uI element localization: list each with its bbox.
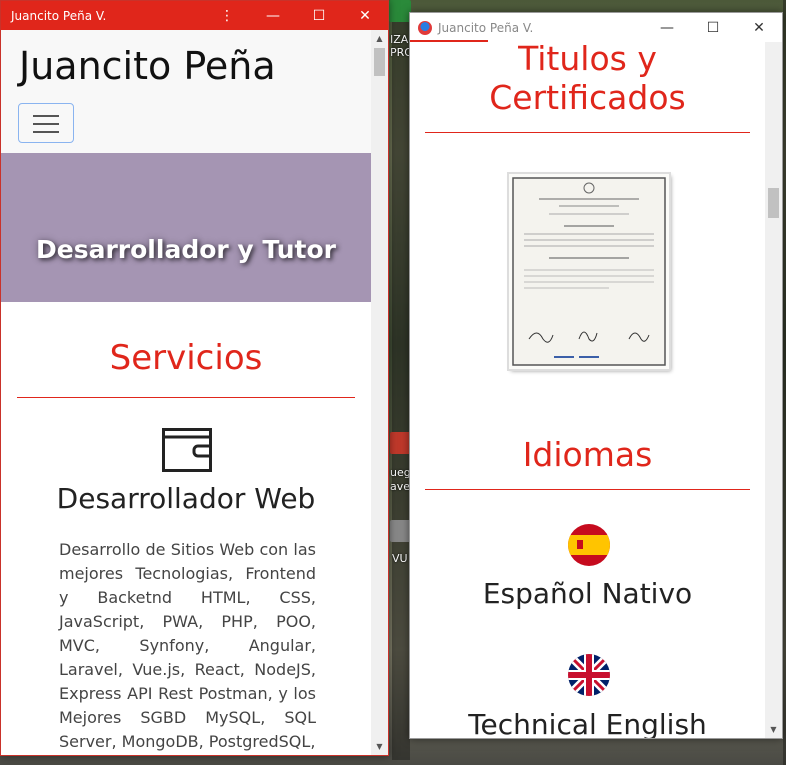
scroll-up-arrow-icon[interactable]: ▲ [371, 30, 388, 47]
browser-window-right[interactable]: Juancito Peña V. — ☐ ✕ Titulos y Certifi… [409, 12, 783, 739]
desktop-label-5: VU [392, 552, 408, 565]
wallet-icon [162, 428, 212, 472]
app-logo-icon [418, 20, 432, 35]
section-title-certificados-1: Titulos y [518, 42, 657, 78]
minimize-button[interactable]: — [644, 13, 690, 42]
close-button[interactable]: ✕ [342, 1, 388, 30]
excel-icon[interactable] [389, 0, 411, 22]
section-divider [425, 489, 750, 490]
maximize-button[interactable]: ☐ [296, 1, 342, 30]
uk-flag-icon [568, 654, 610, 696]
hamburger-line-icon [33, 123, 59, 125]
section-divider [17, 397, 355, 398]
close-button[interactable]: ✕ [736, 13, 782, 42]
language-english: Technical English [468, 708, 707, 738]
minimize-button[interactable]: — [250, 1, 296, 30]
window-title-right: Juancito Peña V. [438, 20, 534, 35]
section-title-certificados-2: Certificados [489, 78, 686, 117]
scroll-thumb[interactable] [374, 48, 385, 76]
service-description: Desarrollo de Sitios Web con las mejores… [59, 540, 316, 751]
page-content-left: Juancito Peña Desarrollador y Tutor Serv… [1, 30, 371, 755]
certificate-image[interactable] [509, 174, 669, 369]
site-brand[interactable]: Juancito Peña [19, 44, 276, 88]
desktop-label-1: IZA [390, 33, 409, 46]
desktop-buildings [392, 20, 410, 760]
site-header: Juancito Peña [1, 30, 371, 153]
menu-dots-icon[interactable]: ⋮ [204, 1, 250, 30]
hero-title: Desarrollador y Tutor [36, 235, 336, 264]
hamburger-line-icon [33, 115, 59, 117]
services-section: Servicios Desarrollador Web Desarrollo d… [1, 302, 371, 755]
scrollbar-left[interactable]: ▲ ▼ [371, 30, 388, 755]
spain-flag-icon [568, 524, 610, 566]
service-title: Desarrollador Web [56, 482, 316, 515]
title-bar-right[interactable]: Juancito Peña V. — ☐ ✕ [410, 13, 782, 43]
section-title-idiomas: Idiomas [522, 435, 653, 474]
hero-banner: Desarrollador y Tutor [1, 153, 371, 302]
scroll-thumb[interactable] [768, 188, 779, 218]
hamburger-line-icon [33, 131, 59, 133]
title-bar-left[interactable]: Juancito Peña V. ⋮ — ☐ ✕ [1, 1, 388, 30]
hamburger-menu-button[interactable] [18, 103, 74, 143]
language-spanish: Español Nativo [482, 577, 693, 610]
window-title-left: Juancito Peña V. [11, 8, 107, 23]
browser-window-left[interactable]: Juancito Peña V. ⋮ — ☐ ✕ Juancito Peña D… [0, 0, 389, 756]
scroll-down-arrow-icon[interactable]: ▼ [371, 738, 388, 755]
section-title-servicios: Servicios [109, 338, 263, 378]
maximize-button[interactable]: ☐ [690, 13, 736, 42]
scroll-down-arrow-icon[interactable]: ▼ [765, 721, 782, 738]
section-divider [425, 132, 750, 133]
scrollbar-right[interactable]: ▼ [765, 42, 782, 738]
page-content-right: Titulos y Certificados Idiomas Español N… [410, 42, 765, 738]
